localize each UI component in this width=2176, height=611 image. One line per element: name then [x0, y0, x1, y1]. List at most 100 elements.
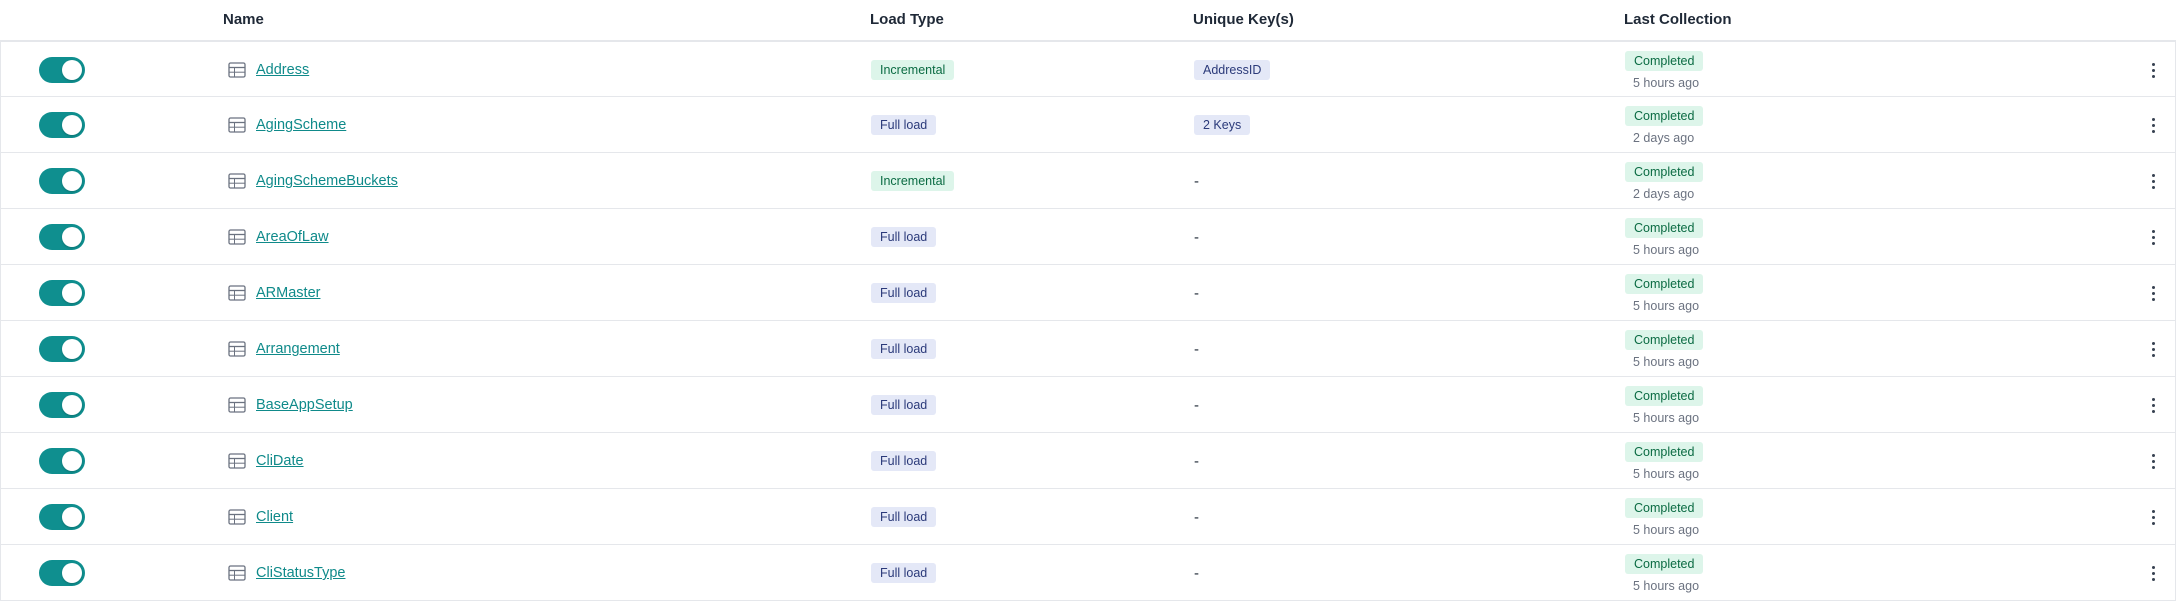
enable-toggle[interactable]	[39, 112, 85, 138]
unique-key-cell: -	[1194, 545, 1199, 601]
last-collection-cell: Completed 2 days ago	[1625, 97, 1704, 153]
row-menu-button[interactable]	[2143, 265, 2163, 321]
table-name-link[interactable]: BaseAppSetup	[256, 397, 353, 413]
unique-key-cell: -	[1194, 433, 1199, 489]
table-row: Client Full load - Completed 5 hours ago	[0, 489, 2176, 545]
toggle-knob	[62, 395, 82, 415]
last-collection-cell: Completed 5 hours ago	[1625, 265, 1704, 321]
load-type-badge: Incremental	[871, 171, 955, 191]
enable-toggle[interactable]	[39, 168, 85, 194]
more-vertical-icon	[2151, 397, 2155, 413]
load-type-badge: Full load	[871, 395, 937, 415]
table-icon	[228, 117, 246, 133]
table-name-link[interactable]: CliDate	[256, 453, 304, 469]
enable-toggle[interactable]	[39, 224, 85, 250]
name-cell: ARMaster	[228, 265, 320, 321]
status-badge: Completed	[1625, 385, 1704, 406]
column-header-unique-keys[interactable]: Unique Key(s)	[1193, 0, 1294, 40]
load-type-badge: Full load	[871, 563, 937, 583]
load-type-badge: Full load	[871, 283, 937, 303]
unique-key-cell: -	[1194, 377, 1199, 433]
unique-key-empty: -	[1194, 284, 1199, 302]
table-name-link[interactable]: AreaOfLaw	[256, 229, 329, 245]
table-icon	[228, 229, 246, 245]
last-collection-cell: Completed 5 hours ago	[1625, 42, 1704, 98]
row-menu-button[interactable]	[2143, 97, 2163, 153]
row-menu-button[interactable]	[2143, 42, 2163, 98]
more-vertical-icon	[2151, 341, 2155, 357]
last-collection-time: 5 hours ago	[1633, 466, 1700, 481]
toggle-knob	[62, 283, 82, 303]
unique-key-empty: -	[1194, 228, 1199, 246]
load-type-cell: Full load	[871, 489, 937, 545]
table-name-link[interactable]: Address	[256, 62, 309, 78]
more-vertical-icon	[2151, 62, 2155, 78]
name-cell: Arrangement	[228, 321, 340, 377]
row-menu-button[interactable]	[2143, 433, 2163, 489]
enable-toggle[interactable]	[39, 336, 85, 362]
column-header-load-type[interactable]: Load Type	[870, 0, 944, 40]
column-header-last-collection[interactable]: Last Collection	[1624, 0, 1732, 40]
load-type-badge: Full load	[871, 507, 937, 527]
last-collection-cell: Completed 5 hours ago	[1625, 209, 1704, 265]
row-menu-button[interactable]	[2143, 153, 2163, 209]
table-row: AgingSchemeBuckets Incremental - Complet…	[0, 153, 2176, 209]
enable-toggle[interactable]	[39, 280, 85, 306]
enable-toggle[interactable]	[39, 448, 85, 474]
enable-toggle[interactable]	[39, 57, 85, 83]
last-collection-time: 2 days ago	[1633, 130, 1695, 145]
unique-key-empty: -	[1194, 452, 1199, 470]
table-name-link[interactable]: AgingScheme	[256, 117, 346, 133]
table-icon	[228, 285, 246, 301]
table-name-link[interactable]: AgingSchemeBuckets	[256, 173, 398, 189]
row-menu-button[interactable]	[2143, 377, 2163, 433]
enable-toggle[interactable]	[39, 392, 85, 418]
table-icon	[228, 565, 246, 581]
table-icon	[228, 397, 246, 413]
table-name-link[interactable]: Client	[256, 509, 293, 525]
name-cell: Client	[228, 489, 293, 545]
load-type-cell: Full load	[871, 433, 937, 489]
unique-key-empty: -	[1194, 508, 1199, 526]
table-row: AgingScheme Full load 2 Keys Completed 2…	[0, 97, 2176, 153]
unique-key-cell: -	[1194, 489, 1199, 545]
enable-toggle[interactable]	[39, 560, 85, 586]
more-vertical-icon	[2151, 285, 2155, 301]
last-collection-time: 5 hours ago	[1633, 578, 1700, 593]
unique-key-badge: AddressID	[1194, 60, 1271, 80]
row-menu-button[interactable]	[2143, 209, 2163, 265]
table-icon	[228, 453, 246, 469]
row-menu-button[interactable]	[2143, 545, 2163, 601]
name-cell: AgingSchemeBuckets	[228, 153, 398, 209]
more-vertical-icon	[2151, 117, 2155, 133]
row-menu-button[interactable]	[2143, 489, 2163, 545]
load-type-badge: Full load	[871, 227, 937, 247]
name-cell: AreaOfLaw	[228, 209, 329, 265]
load-type-cell: Incremental	[871, 42, 955, 98]
unique-key-cell: -	[1194, 321, 1199, 377]
load-type-cell: Full load	[871, 377, 937, 433]
column-header-name[interactable]: Name	[223, 0, 264, 40]
enable-toggle[interactable]	[39, 504, 85, 530]
table-name-link[interactable]: CliStatusType	[256, 565, 345, 581]
more-vertical-icon	[2151, 565, 2155, 581]
collections-table: Name Load Type Unique Key(s) Last Collec…	[0, 0, 2176, 601]
unique-key-empty: -	[1194, 172, 1199, 190]
table-icon	[228, 509, 246, 525]
load-type-badge: Full load	[871, 115, 937, 135]
last-collection-time: 2 days ago	[1633, 186, 1695, 201]
name-cell: BaseAppSetup	[228, 377, 353, 433]
toggle-knob	[62, 507, 82, 527]
unique-key-cell: 2 Keys	[1194, 97, 1251, 153]
load-type-cell: Incremental	[871, 153, 955, 209]
table-icon	[228, 62, 246, 78]
load-type-cell: Full load	[871, 209, 937, 265]
table-name-link[interactable]: Arrangement	[256, 341, 340, 357]
toggle-knob	[62, 60, 82, 80]
toggle-knob	[62, 563, 82, 583]
row-menu-button[interactable]	[2143, 321, 2163, 377]
last-collection-time: 5 hours ago	[1633, 242, 1700, 257]
table-name-link[interactable]: ARMaster	[256, 285, 320, 301]
more-vertical-icon	[2151, 229, 2155, 245]
name-cell: CliStatusType	[228, 545, 345, 601]
